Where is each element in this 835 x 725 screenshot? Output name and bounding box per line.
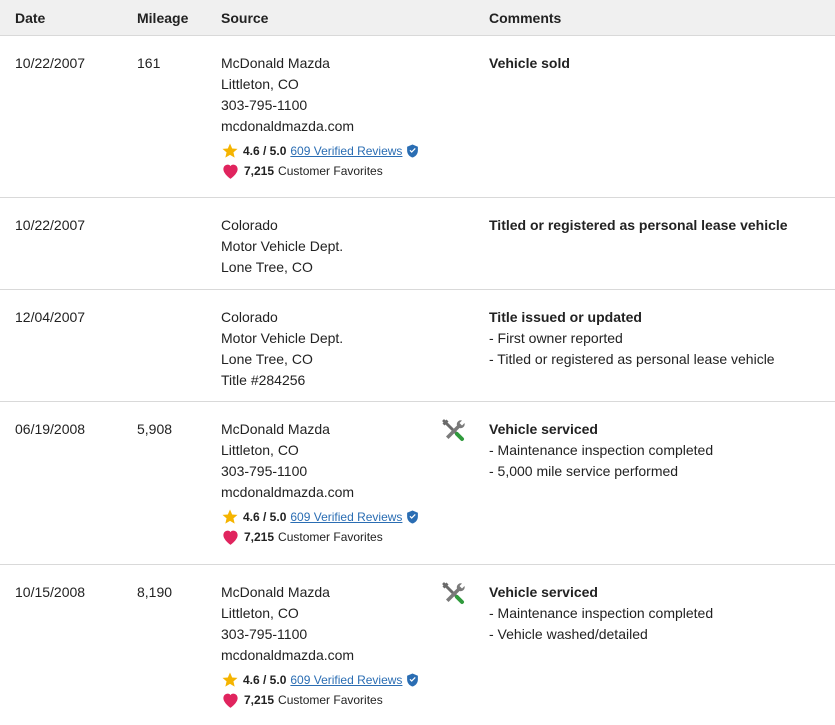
row-comments: Vehicle serviced - Maintenance inspection… [489, 582, 713, 645]
star-icon [221, 671, 239, 689]
favorites-count: 7,215 [244, 164, 275, 178]
service-tools-icon [440, 417, 466, 443]
heart-icon [221, 528, 240, 546]
vehicle-history-table: Date Mileage Source Comments 10/22/2007 1… [0, 0, 835, 725]
comment-item: - Maintenance inspection completed [489, 605, 714, 621]
table-row: 10/22/2007 161 McDonald Mazda Littleton, CO… [0, 36, 835, 198]
header-comments: Comments [489, 10, 562, 26]
source-line: 303-795-1100 [221, 97, 308, 113]
heart-icon [221, 691, 240, 709]
source-line: McDonald Mazda [221, 55, 330, 71]
customer-favorites: 7,215 Customer Favorites [221, 690, 419, 710]
source-line: 303-795-1100 [221, 463, 308, 479]
favorites-label: Customer Favorites [278, 164, 383, 178]
row-comments: Vehicle serviced - Maintenance inspection… [489, 419, 713, 482]
rating-score: 4.6 / 5.0 [243, 510, 287, 524]
row-mileage: 8,190 [137, 584, 173, 600]
comment-item: - Titled or registered as personal lease… [489, 351, 775, 367]
customer-favorites: 7,215 Customer Favorites [221, 527, 419, 547]
dealer-rating: 4.6 / 5.0 609 Verified Reviews [221, 670, 419, 690]
row-date: 10/22/2007 [15, 55, 86, 71]
source-line: Littleton, CO [221, 442, 299, 458]
row-date: 12/04/2007 [15, 309, 86, 325]
comment-title: Title issued or updated [489, 309, 642, 325]
table-body: 10/22/2007 161 McDonald Mazda Littleton, CO… [0, 36, 835, 725]
header-source: Source [221, 10, 269, 26]
source-line: mcdonaldmazda.com [221, 484, 355, 500]
table-row: 10/22/2007 Colorado Motor Vehicle Dept. Lon… [0, 198, 835, 290]
service-tools-icon [440, 580, 466, 606]
comment-title: Titled or registered as personal lease v… [489, 217, 788, 233]
comment-item: - Vehicle washed/detailed [489, 626, 648, 642]
row-source: Colorado Motor Vehicle Dept. Lone Tree, CO… [221, 307, 343, 391]
favorites-label: Customer Favorites [278, 693, 383, 707]
verified-reviews-link[interactable]: 609 Verified Reviews [290, 507, 402, 527]
source-line: Colorado [221, 217, 278, 233]
source-line: Title #284256 [221, 372, 306, 388]
table-row: 10/15/2008 8,190 McDonald Mazda Littleton, … [0, 565, 835, 725]
table-header: Date Mileage Source Comments [0, 0, 835, 36]
source-line: Motor Vehicle Dept. [221, 330, 344, 346]
row-comments: Title issued or updated - First owner rep… [489, 307, 775, 370]
source-line: Littleton, CO [221, 605, 299, 621]
table-row: 12/04/2007 Colorado Motor Vehicle Dept. Lon… [0, 290, 835, 402]
row-date: 10/22/2007 [15, 217, 86, 233]
source-line: Littleton, CO [221, 76, 299, 92]
comment-title: Vehicle sold [489, 55, 570, 71]
source-line: Lone Tree, CO [221, 259, 313, 275]
verified-shield-icon [406, 144, 419, 158]
verified-reviews-link[interactable]: 609 Verified Reviews [290, 670, 402, 690]
header-date: Date [15, 10, 46, 26]
row-comments: Vehicle sold [489, 53, 570, 74]
rating-score: 4.6 / 5.0 [243, 673, 287, 687]
source-line: Colorado [221, 309, 278, 325]
comment-title: Vehicle serviced [489, 584, 598, 600]
source-line: 303-795-1100 [221, 626, 308, 642]
dealer-rating: 4.6 / 5.0 609 Verified Reviews [221, 507, 419, 527]
source-line: mcdonaldmazda.com [221, 647, 355, 663]
rating-score: 4.6 / 5.0 [243, 144, 287, 158]
heart-icon [221, 162, 240, 180]
row-source: McDonald Mazda Littleton, CO 303-795-1100 m… [221, 419, 419, 547]
source-line: Motor Vehicle Dept. [221, 238, 344, 254]
favorites-count: 7,215 [244, 530, 275, 544]
verified-shield-icon [406, 673, 419, 687]
verified-reviews-link[interactable]: 609 Verified Reviews [290, 141, 402, 161]
source-line: mcdonaldmazda.com [221, 118, 355, 134]
row-mileage: 5,908 [137, 421, 173, 437]
comment-item: - First owner reported [489, 330, 623, 346]
row-date: 06/19/2008 [15, 421, 86, 437]
comment-item: - Maintenance inspection completed [489, 442, 714, 458]
verified-shield-icon [406, 510, 419, 524]
row-mileage: 161 [137, 55, 161, 71]
row-source: Colorado Motor Vehicle Dept. Lone Tree, CO [221, 215, 343, 278]
source-line: McDonald Mazda [221, 584, 330, 600]
row-date: 10/15/2008 [15, 584, 86, 600]
header-mileage: Mileage [137, 10, 189, 26]
customer-favorites: 7,215 Customer Favorites [221, 161, 419, 181]
dealer-rating: 4.6 / 5.0 609 Verified Reviews [221, 141, 419, 161]
source-line: Lone Tree, CO [221, 351, 313, 367]
comment-item: - 5,000 mile service performed [489, 463, 679, 479]
table-row: 06/19/2008 5,908 McDonald Mazda Littleton, … [0, 402, 835, 565]
row-source: McDonald Mazda Littleton, CO 303-795-1100 m… [221, 53, 419, 181]
star-icon [221, 142, 239, 160]
row-comments: Titled or registered as personal lease v… [489, 215, 788, 236]
favorites-count: 7,215 [244, 693, 275, 707]
row-source: McDonald Mazda Littleton, CO 303-795-1100 m… [221, 582, 419, 710]
favorites-label: Customer Favorites [278, 530, 383, 544]
source-line: McDonald Mazda [221, 421, 330, 437]
star-icon [221, 508, 239, 526]
comment-title: Vehicle serviced [489, 421, 598, 437]
